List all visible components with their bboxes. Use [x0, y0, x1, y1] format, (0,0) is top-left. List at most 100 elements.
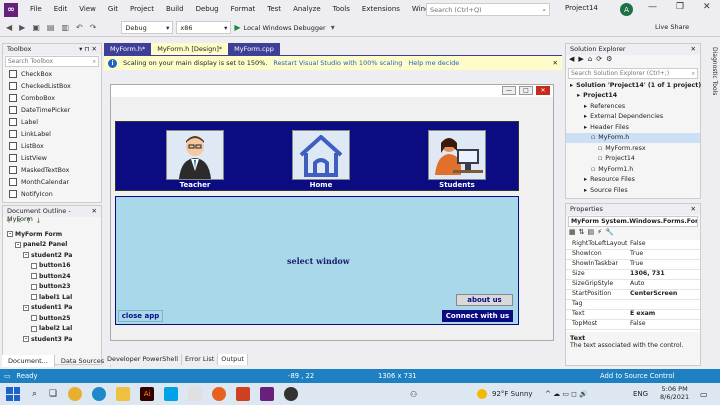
menu-item-view[interactable]: View [73, 0, 102, 19]
forward-icon[interactable]: ▶ [17, 23, 27, 32]
move-down-icon[interactable]: ↓ [36, 217, 42, 229]
chrome-icon[interactable] [68, 387, 83, 401]
delete-icon[interactable]: ✕ [16, 217, 22, 229]
tab-developer-powershell[interactable]: Developer PowerShell [104, 354, 183, 365]
tab-document-outline[interactable]: Document... [2, 355, 55, 367]
outline-row[interactable]: button24 [3, 271, 101, 282]
alphabetical-icon[interactable]: ⇅ [579, 228, 585, 240]
outline-row[interactable]: label1 Lal [3, 292, 101, 303]
outline-row[interactable]: label2 Lal [3, 324, 101, 335]
expander-icon[interactable]: - [23, 304, 29, 311]
solution-tree-item[interactable]: ▫ Project14 [566, 154, 700, 165]
menu-item-git[interactable]: Git [102, 0, 124, 19]
menu-item-format[interactable]: Format [225, 0, 262, 19]
property-value[interactable]: False [628, 320, 700, 329]
expander-icon[interactable]: - [23, 252, 29, 259]
clock[interactable]: 5:06 PM 8/6/2021 [660, 385, 689, 401]
new-project-icon[interactable]: ▣ [30, 23, 42, 32]
add-icon[interactable]: + [6, 217, 12, 229]
menu-item-build[interactable]: Build [160, 0, 190, 19]
toolbox-item[interactable]: Label [3, 116, 101, 128]
solution-tree-item[interactable]: ▸ Resource Files [566, 175, 700, 186]
toolbox-item[interactable]: ListView [3, 152, 101, 164]
toolbox-item[interactable]: ComboBox [3, 92, 101, 104]
property-row[interactable]: TopMost False [566, 320, 700, 330]
chevron-down-icon[interactable]: ▾ [329, 23, 337, 32]
expander-icon[interactable]: - [23, 336, 29, 343]
toolbox-item[interactable]: CheckBox [3, 68, 101, 80]
toolbox-item[interactable]: DateTimePicker [3, 104, 101, 116]
menu-item-extensions[interactable]: Extensions [356, 0, 406, 19]
property-row[interactable]: StartPosition CenterScreen [566, 290, 700, 300]
solution-tree-item[interactable]: ▫ MyForm1.h [566, 164, 700, 175]
solution-search[interactable]: Search Solution Explorer (Ctrl+;) ⌕ [568, 68, 698, 79]
start-debug-icon[interactable]: ▶ [234, 23, 240, 32]
menu-item-edit[interactable]: Edit [48, 0, 74, 19]
expander-icon[interactable] [31, 315, 37, 322]
notification-icon[interactable]: ▭ [700, 390, 708, 399]
redo-icon[interactable]: ↷ [88, 23, 99, 32]
property-value[interactable]: False [628, 240, 700, 249]
solution-tree-item[interactable]: ▫ MyForm.resx [566, 143, 700, 154]
property-value[interactable]: True [628, 250, 700, 259]
form-close-icon[interactable]: ✕ [536, 86, 550, 95]
outline-row[interactable]: button16 [3, 261, 101, 272]
restart-scaling-link[interactable]: Restart Visual Studio with 100% scaling [273, 59, 402, 67]
events-icon[interactable]: ⚡ [597, 228, 602, 240]
outline-row[interactable]: button23 [3, 282, 101, 293]
property-value[interactable]: Auto [628, 280, 700, 289]
menu-item-test[interactable]: Test [261, 0, 287, 19]
undo-icon[interactable]: ↶ [74, 23, 85, 32]
solution-tree-item[interactable]: ▸ Header Files [566, 122, 700, 133]
students-button[interactable]: Students [427, 130, 487, 189]
app-icon[interactable] [164, 387, 179, 401]
toolbox-item[interactable]: ListBox [3, 140, 101, 152]
home-icon[interactable]: ⌂ [588, 55, 592, 67]
solution-tree-item[interactable]: ▫ MyForm.h [566, 132, 700, 143]
visual-studio-taskbar-icon[interactable] [260, 387, 275, 401]
forward-icon[interactable]: ▶ [578, 55, 583, 67]
source-control-button[interactable]: Add to Source Control [600, 372, 674, 380]
avatar[interactable]: A [620, 3, 633, 16]
menu-item-project[interactable]: Project [124, 0, 160, 19]
windows-start-icon[interactable] [6, 387, 20, 401]
tab-error-list[interactable]: Error List [182, 354, 219, 365]
property-pages-icon[interactable]: 🔧 [605, 228, 614, 240]
task-view-icon[interactable]: ❏ [49, 389, 57, 399]
expander-icon[interactable] [31, 273, 37, 280]
toolbox-item[interactable]: MaskedTextBox [3, 164, 101, 176]
back-icon[interactable]: ◀ [4, 23, 14, 32]
property-row[interactable]: RightToLeftLayout False [566, 240, 700, 250]
github-icon[interactable] [284, 387, 299, 401]
search-input[interactable]: Search (Ctrl+Q) ⌕ [426, 3, 550, 16]
solution-tree-item[interactable]: ▸ Project14 [566, 91, 700, 102]
weather-text[interactable]: 92°F Sunny [492, 390, 533, 398]
close-icon[interactable]: ✕ [553, 59, 558, 67]
save-all-icon[interactable]: ▥ [59, 23, 71, 32]
about-us-button[interactable]: about us [456, 294, 513, 306]
toolbox-search[interactable]: Search Toolbox ⌕ [5, 56, 99, 67]
live-share-button[interactable]: Live Share [655, 23, 689, 31]
office-icon[interactable] [236, 387, 251, 401]
debugger-button[interactable]: Local Windows Debugger [244, 24, 326, 32]
property-row[interactable]: Tag [566, 300, 700, 310]
property-value[interactable]: True [628, 260, 700, 269]
property-value[interactable]: E exam [628, 310, 700, 319]
outline-row[interactable]: button25 [3, 313, 101, 324]
tab-myform-cpp[interactable]: MyForm.cpp [228, 43, 280, 55]
outline-row[interactable]: - student3 Pa [3, 334, 101, 345]
outline-row[interactable]: - student1 Pa [3, 303, 101, 314]
illustrator-icon[interactable]: Ai [140, 387, 155, 401]
tab-data-sources[interactable]: Data Sources [55, 355, 112, 367]
outline-row[interactable]: - MyForm Form [3, 229, 101, 240]
toolbox-item[interactable]: CheckedListBox [3, 80, 101, 92]
menu-item-tools[interactable]: Tools [327, 0, 356, 19]
property-value[interactable] [628, 300, 700, 309]
tray-icons[interactable]: ^ ☁ ▭ ◻ 🔊 [545, 390, 588, 398]
teacher-button[interactable]: Teacher [165, 130, 225, 189]
expander-icon[interactable] [31, 294, 37, 301]
expander-icon[interactable] [31, 283, 37, 290]
close-icon[interactable]: ✕ [691, 45, 696, 54]
tab-output[interactable]: Output [218, 354, 248, 365]
home-button[interactable]: Home [291, 130, 351, 189]
